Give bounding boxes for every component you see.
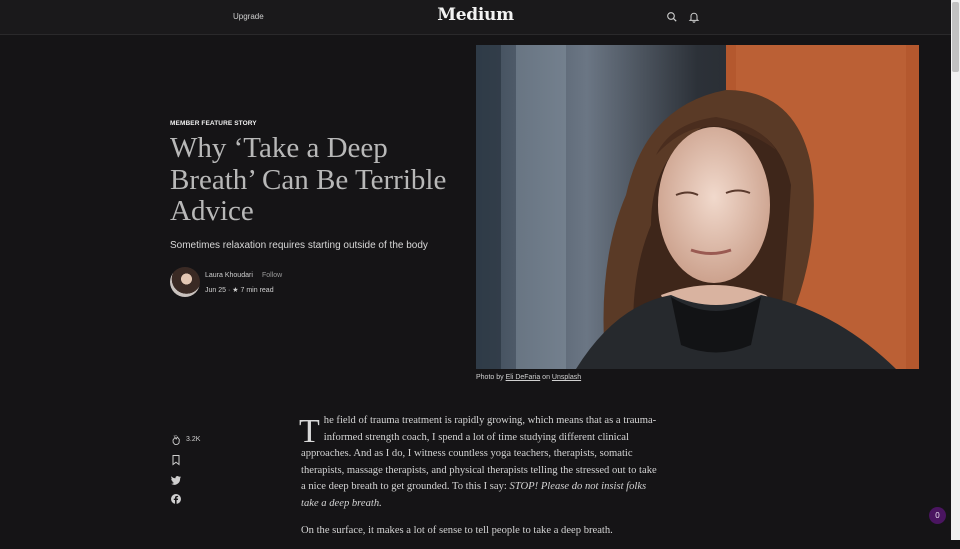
image-caption: Photo by Eli DeFaria on Unsplash [476,374,581,381]
notification-badge[interactable]: 0 [929,507,946,524]
meta-separator: · [227,287,231,294]
story-meta: Jun 25 · ★ 7 min read [205,286,274,294]
hero-image[interactable] [476,45,919,369]
search-icon[interactable] [666,11,678,23]
photographer-link[interactable]: Eli DeFaria [506,374,541,381]
top-navbar: Upgrade Medium [0,0,951,35]
story-subtitle: Sometimes relaxation requires starting o… [170,240,428,251]
caption-prefix: Photo by [476,374,504,381]
article-body: The field of trauma treatment is rapidly… [299,413,661,549]
scrollbar-thumb[interactable] [952,2,959,72]
follow-button[interactable]: Follow [262,272,282,279]
medium-logo[interactable]: Medium [0,5,951,25]
clap-icon[interactable] [170,434,182,446]
scrollbar[interactable] [951,0,960,540]
publish-date: Jun 25 [205,287,227,294]
page-title: Why ‘Take a Deep Breath’ Can Be Terrible… [170,132,447,227]
hero-photo [476,45,919,369]
author-avatar[interactable] [170,267,200,297]
facebook-icon[interactable] [170,493,182,505]
article-paragraph: The field of trauma treatment is rapidly… [299,413,661,513]
caption-on: on [542,374,550,381]
member-star-icon: ★ [232,287,239,294]
author-name[interactable]: Laura Khoudari [205,272,253,279]
article-paragraph: On the surface, it makes a lot of sense … [301,524,613,536]
bookmark-icon[interactable] [170,454,182,466]
read-time: 7 min read [240,287,274,294]
drop-cap: T [299,413,320,450]
clap-count: 3.2K [186,436,201,443]
unsplash-link[interactable]: Unsplash [552,374,581,381]
twitter-icon[interactable] [170,474,182,486]
story-kicker: MEMBER FEATURE STORY [170,120,257,127]
bell-icon[interactable] [688,11,700,23]
